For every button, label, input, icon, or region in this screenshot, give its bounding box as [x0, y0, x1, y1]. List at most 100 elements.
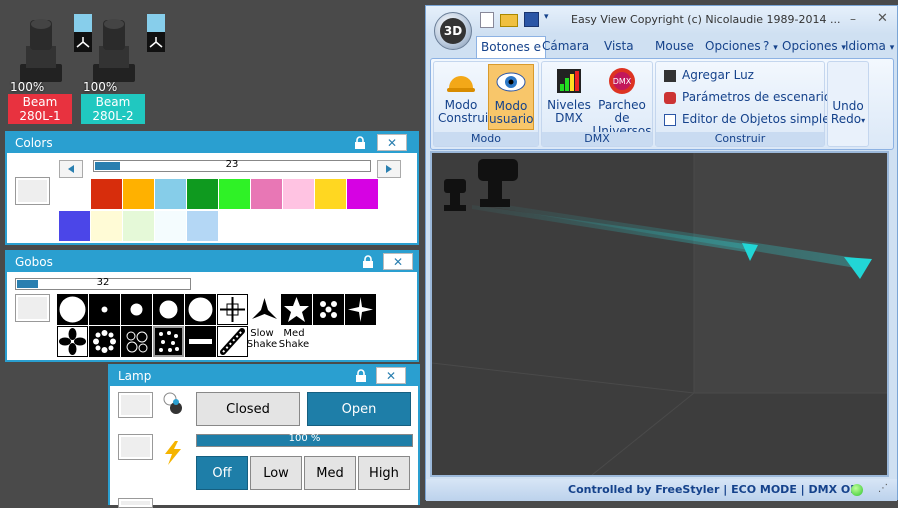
minimize-icon[interactable]: –: [850, 12, 856, 26]
gobo-full-circle[interactable]: [185, 294, 216, 325]
color-swatch[interactable]: [251, 179, 282, 209]
current-gobo-swatch[interactable]: [15, 294, 50, 322]
color-swatch[interactable]: [123, 179, 154, 209]
scroll-left-button[interactable]: [59, 160, 83, 178]
gobo-star[interactable]: [281, 294, 312, 325]
color-slider[interactable]: 23: [93, 159, 371, 172]
dimmer-slider[interactable]: 100 %: [196, 433, 413, 447]
gobos-panel-header: Gobos ✕: [7, 252, 417, 272]
fixture-model: 280L-1: [19, 109, 61, 123]
eye-icon: [496, 72, 526, 92]
color-swatch[interactable]: [219, 179, 250, 209]
close-icon[interactable]: ✕: [377, 134, 407, 151]
color-swatch[interactable]: [315, 179, 346, 209]
tab-idioma[interactable]: Idioma ▾: [845, 39, 894, 53]
color-swatch[interactable]: [283, 179, 314, 209]
current-color-swatch[interactable]: [15, 177, 50, 205]
gobo-slider[interactable]: 32: [15, 277, 191, 290]
chevron-down-icon: ▾: [773, 43, 778, 53]
fixture-beam-2[interactable]: 100% Beam 280L-2: [81, 14, 165, 124]
lock-icon[interactable]: [352, 368, 370, 384]
gobo-bubbles[interactable]: [121, 326, 152, 357]
color-swatch[interactable]: [187, 211, 218, 241]
tab-camara[interactable]: Cámara: [542, 39, 589, 53]
high-button[interactable]: High: [358, 456, 410, 490]
fixture-name: Beam: [22, 95, 58, 109]
color-swatch[interactable]: [187, 179, 218, 209]
gobo-open-circle[interactable]: [57, 294, 88, 325]
open-button[interactable]: Open: [307, 392, 411, 426]
color-swatch[interactable]: [347, 179, 378, 209]
customize-toolbar-icon[interactable]: ▾: [544, 12, 549, 22]
close-icon[interactable]: ✕: [383, 253, 413, 270]
resize-grip-icon[interactable]: ⋰: [878, 483, 888, 494]
save-icon[interactable]: [524, 12, 539, 27]
undo-redo-button[interactable]: Undo Redo▾: [827, 61, 869, 147]
dmx-plug-icon: DMX: [609, 68, 635, 94]
editor-label: Editor de Objetos simples: [682, 112, 836, 126]
closed-button[interactable]: Closed: [196, 392, 300, 426]
gobo-burst[interactable]: [345, 294, 376, 325]
scroll-right-button[interactable]: [377, 160, 401, 178]
niveles-dmx-button[interactable]: Niveles DMX: [546, 66, 592, 125]
tab-botones[interactable]: Botones e: [476, 36, 547, 60]
open-folder-icon[interactable]: [500, 14, 518, 27]
slow-shake-label[interactable]: Slow Shake: [245, 328, 279, 350]
fixture-intensity: 100%: [10, 80, 45, 94]
gobo-petals[interactable]: [89, 326, 120, 357]
new-file-icon[interactable]: [480, 12, 494, 28]
color-swatch[interactable]: [91, 211, 122, 241]
tab-opciones-menu[interactable]: Opciones ▾: [782, 39, 846, 53]
title-bar: ▾ Easy View Copyright (c) Nicolaudie 198…: [426, 6, 897, 34]
gobo-flower[interactable]: [57, 326, 88, 357]
low-button[interactable]: Low: [250, 456, 302, 490]
next-row-swatch[interactable]: [118, 498, 153, 508]
modo-construir-button[interactable]: Modo Construir: [438, 66, 493, 125]
gobo-shake-icon[interactable]: [217, 326, 248, 357]
close-window-icon[interactable]: ✕: [877, 11, 888, 26]
3d-viewport[interactable]: [430, 151, 889, 477]
parametros-button[interactable]: Parámetros de escenario...: [664, 90, 842, 104]
med-shake-label[interactable]: Med Shake: [277, 328, 311, 350]
color-swatch[interactable]: [59, 211, 90, 241]
color-swatch[interactable]: [155, 211, 186, 241]
shutter-swatch[interactable]: [118, 392, 153, 418]
off-button[interactable]: Off: [196, 456, 248, 490]
gobo-cross[interactable]: [217, 294, 248, 325]
tab-help[interactable]: ? ▾: [763, 39, 778, 53]
panel-title: Lamp: [118, 369, 152, 383]
agregar-luz-label: Agregar Luz: [682, 68, 754, 82]
med-button[interactable]: Med: [304, 456, 356, 490]
lock-icon[interactable]: [351, 135, 369, 151]
parcheo-button[interactable]: DMX Parcheo de Universos: [592, 66, 652, 138]
color-swatch[interactable]: [91, 179, 122, 209]
scene-params-icon: [664, 91, 676, 104]
tab-opciones[interactable]: Opciones: [705, 39, 761, 53]
lamp-panel: Lamp ✕ Closed Open 100 % Off Low Med Hig…: [108, 364, 420, 508]
gobo-medium-dot[interactable]: [121, 294, 152, 325]
gobo-large-dot[interactable]: [153, 294, 184, 325]
editor-button[interactable]: Editor de Objetos simples: [664, 112, 836, 126]
gobo-scatter[interactable]: [153, 326, 184, 357]
gobo-dots[interactable]: [313, 294, 344, 325]
stage-scene: [431, 153, 887, 476]
dimmer-swatch[interactable]: [118, 434, 153, 460]
gobo-small-dot[interactable]: [89, 294, 120, 325]
fixture-beam-1[interactable]: 100% Beam 280L-1: [8, 14, 92, 124]
lock-icon[interactable]: [359, 254, 377, 270]
moving-head-icon: [12, 16, 68, 88]
modo-usuario-button[interactable]: Modo usuario: [488, 64, 534, 130]
panel-title: Gobos: [15, 255, 53, 269]
color-swatch[interactable]: [155, 179, 186, 209]
tab-vista[interactable]: Vista: [604, 39, 634, 53]
close-icon[interactable]: ✕: [376, 367, 406, 384]
colors-panel: Colors ✕ 23: [5, 131, 419, 245]
fixture-model: 280L-2: [92, 109, 134, 123]
agregar-luz-button[interactable]: Agregar Luz: [664, 68, 754, 82]
colors-panel-header: Colors ✕: [7, 133, 417, 153]
tab-mouse[interactable]: Mouse: [655, 39, 694, 53]
color-swatch[interactable]: [123, 211, 154, 241]
gobo-tri[interactable]: [249, 294, 280, 325]
gobo-bar[interactable]: [185, 326, 216, 357]
fixture-label: Beam 280L-2: [81, 94, 145, 124]
